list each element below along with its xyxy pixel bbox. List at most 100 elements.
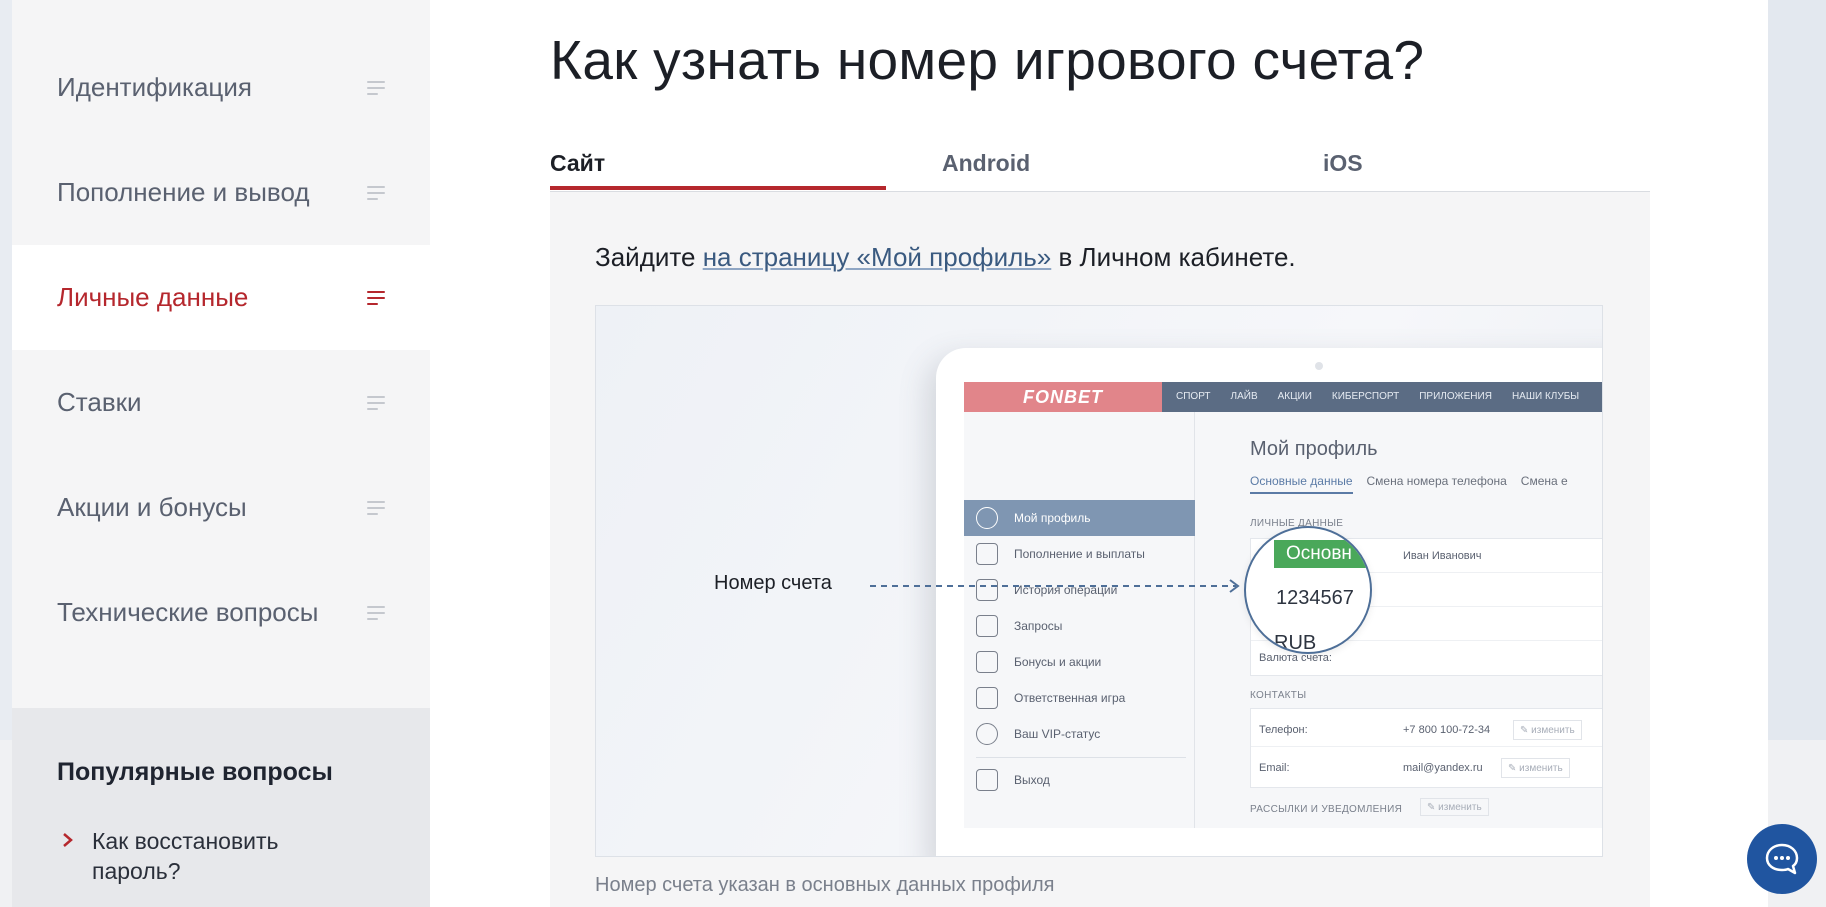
- intro-text: Зайдите на страницу «Мой профиль» в Личн…: [595, 242, 1296, 273]
- fonbet-logo: FONBET: [964, 382, 1162, 412]
- edit-icon: [976, 615, 998, 637]
- tab-site[interactable]: Сайт: [550, 150, 605, 177]
- fonbet-mailing-edit-button: ✎ изменить: [1420, 798, 1489, 816]
- fonbet-menu-label: Ответственная игра: [1014, 691, 1126, 705]
- chevron-right-icon: [63, 833, 73, 847]
- sidebar-item-personal-data[interactable]: Личные данные: [12, 245, 430, 350]
- profile-illustration: FONBET СПОРТ ЛАЙВ АКЦИИ КИБЕРСПОРТ ПРИЛОЖЕНИ…: [595, 305, 1603, 857]
- profile-page-link[interactable]: на страницу «Мой профиль»: [703, 242, 1052, 272]
- fonbet-menu-item: Бонусы и акции: [964, 644, 1195, 680]
- fonbet-nav-item: ЛАЙВ: [1230, 391, 1258, 402]
- gift-icon: [976, 651, 998, 673]
- fonbet-edit-button: ✎ изменить: [1513, 720, 1582, 740]
- figure-caption: Номер счета указан в основных данных про…: [595, 874, 1055, 896]
- intro-before: Зайдите: [595, 242, 703, 272]
- fonbet-nav-item: ПРИЛОЖЕНИЯ: [1419, 391, 1492, 402]
- fonbet-profile-tab: Основные данные: [1250, 474, 1353, 494]
- chat-icon: [1765, 843, 1799, 875]
- sidebar-item-identification[interactable]: Идентификация: [12, 35, 430, 140]
- fonbet-menu-label: Запросы: [1014, 619, 1063, 633]
- sidebar-item-label: Идентификация: [57, 72, 252, 102]
- popular-questions-title: Популярные вопросы: [57, 758, 333, 786]
- fonbet-header: FONBET СПОРТ ЛАЙВ АКЦИИ КИБЕРСПОРТ ПРИЛОЖЕНИ…: [964, 382, 1602, 412]
- fonbet-profile-tab: Смена e: [1520, 474, 1568, 488]
- fonbet-row-value: +7 800 100-72-34: [1403, 724, 1491, 736]
- fonbet-side-menu: Мой профиль Пополнение и выплаты История…: [964, 412, 1195, 828]
- sidebar-item-label: Личные данные: [57, 282, 249, 312]
- fonbet-row-value: mail@yandex.ru: [1403, 762, 1483, 774]
- magnifier-zoom: Основн 1234567 RUB: [1244, 526, 1372, 654]
- page: Идентификация Пополнение и вывод Личные …: [12, 0, 1768, 907]
- sidebar-item-promotions[interactable]: Акции и бонусы: [12, 455, 430, 560]
- pencil-icon: ✎: [1520, 724, 1532, 736]
- sidebar-item-bets[interactable]: Ставки: [12, 350, 430, 455]
- sidebar-item-label: Ставки: [57, 387, 142, 417]
- camera-dot: [1315, 362, 1323, 370]
- fonbet-nav-item: СПОРТ: [1176, 391, 1211, 402]
- fonbet-row: Email: mail@yandex.ru ✎ изменить: [1251, 751, 1602, 785]
- fonbet-edit-label: изменить: [1519, 762, 1563, 774]
- sidebar-item-label: Акции и бонусы: [57, 492, 247, 522]
- platform-tabs: Сайт Android iOS: [550, 142, 1650, 192]
- fonbet-menu-label: Выход: [1014, 773, 1050, 787]
- list-icon: [367, 500, 385, 515]
- dashed-arrow-icon: [870, 579, 1240, 593]
- fonbet-menu-item: Пополнение и выплаты: [964, 536, 1195, 572]
- logout-icon: [976, 769, 998, 791]
- fonbet-row-key: Валюта счета:: [1259, 652, 1332, 664]
- list-icon: [367, 605, 385, 620]
- list-icon: [367, 290, 385, 305]
- user-icon: [976, 507, 998, 529]
- tab-content: Зайдите на страницу «Мой профиль» в Личн…: [550, 192, 1650, 907]
- fonbet-menu-divider: [976, 757, 1186, 758]
- fonbet-nav-item: КИБЕРСПОРТ: [1331, 391, 1400, 402]
- fonbet-menu-item: Ответственная игра: [964, 680, 1195, 716]
- sidebar-item-label: Пополнение и вывод: [57, 177, 310, 207]
- fonbet-profile-tab: Смена номера телефона: [1366, 474, 1507, 488]
- wallet-icon: [976, 543, 998, 565]
- list-icon: [367, 185, 385, 200]
- fonbet-menu-item: Выход: [964, 762, 1195, 798]
- fonbet-contacts-card: Телефон: +7 800 100-72-34 ✎ изменить Email…: [1250, 708, 1602, 788]
- percent-icon: [976, 723, 998, 745]
- fonbet-section-mailing: РАССЫЛКИ И УВЕДОМЛЕНИЯ: [1250, 804, 1403, 815]
- fonbet-menu-label: Мой профиль: [1014, 511, 1091, 525]
- fonbet-menu-item: Мой профиль: [964, 500, 1195, 536]
- fonbet-profile-title: Мой профиль: [1250, 438, 1378, 460]
- fonbet-edit-button: ✎ изменить: [1501, 758, 1570, 778]
- intro-after: в Личном кабинете.: [1051, 242, 1296, 272]
- chat-button[interactable]: [1747, 824, 1817, 894]
- fonbet-profile-tabs: Основные данные Смена номера телефона Смен…: [1250, 474, 1582, 494]
- fonbet-section-contacts: КОНТАКТЫ: [1250, 690, 1307, 701]
- popular-questions: Популярные вопросы Как восстановить паро…: [12, 708, 430, 907]
- account-number-label: Номер счета: [714, 572, 832, 594]
- sidebar-item-deposit-withdraw[interactable]: Пополнение и вывод: [12, 140, 430, 245]
- fonbet-nav-item: НАШИ КЛУБЫ: [1511, 391, 1580, 402]
- active-tab-indicator: [550, 186, 886, 190]
- popular-question-link[interactable]: Как восстановить пароль?: [92, 826, 372, 886]
- sidebar-item-label: Технические вопросы: [57, 597, 319, 627]
- pencil-icon: ✎: [1427, 801, 1439, 813]
- sidebar: Идентификация Пополнение и вывод Личные …: [12, 0, 430, 907]
- hand-icon: [976, 687, 998, 709]
- fonbet-menu-label: Пополнение и выплаты: [1014, 547, 1145, 561]
- fonbet-menu-label: Бонусы и акции: [1014, 655, 1102, 669]
- fonbet-nav-item: АКЦИИ: [1277, 391, 1312, 402]
- fonbet-row-value: Иван Иванович: [1403, 550, 1482, 562]
- fonbet-menu-item: Запросы: [964, 608, 1195, 644]
- list-icon: [367, 80, 385, 95]
- fonbet-nav: СПОРТ ЛАЙВ АКЦИИ КИБЕРСПОРТ ПРИЛОЖЕНИЯ НАШИ К…: [1176, 391, 1599, 402]
- status-badge: Основн: [1274, 540, 1370, 568]
- sidebar-item-technical[interactable]: Технические вопросы: [12, 560, 430, 665]
- fonbet-edit-label: изменить: [1531, 724, 1575, 736]
- page-title: Как узнать номер игрового счета?: [550, 29, 1425, 91]
- tab-android[interactable]: Android: [942, 150, 1030, 177]
- fonbet-menu-item: Ваш VIP-статус: [964, 716, 1195, 752]
- fonbet-row: Телефон: +7 800 100-72-34 ✎ изменить: [1251, 713, 1602, 747]
- fonbet-row-key: Email:: [1259, 762, 1290, 774]
- fonbet-menu-label: Ваш VIP-статус: [1014, 727, 1101, 741]
- currency-value: RUB: [1274, 632, 1317, 654]
- fonbet-row-key: Телефон:: [1259, 724, 1308, 736]
- tab-ios[interactable]: iOS: [1323, 150, 1363, 177]
- pencil-icon: ✎: [1508, 762, 1520, 774]
